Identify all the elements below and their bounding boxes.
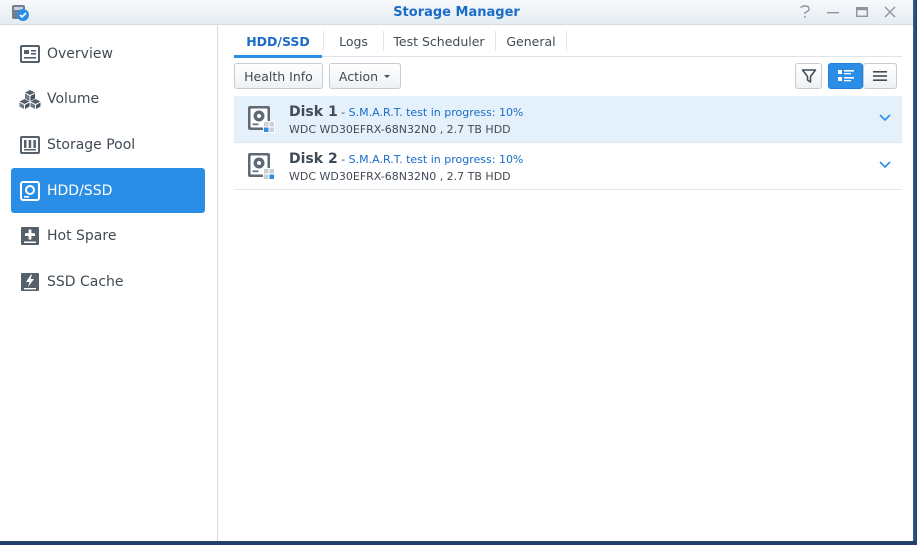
help-icon[interactable]: [795, 2, 815, 22]
close-icon[interactable]: [880, 2, 900, 22]
health-info-button[interactable]: Health Info: [234, 63, 323, 89]
sidebar-item-storage-pool[interactable]: Storage Pool: [11, 122, 205, 167]
disk-status-separator: -: [337, 106, 349, 119]
action-label: Action: [338, 68, 379, 84]
disk-name: Disk 1: [289, 104, 338, 120]
desktop-background: [913, 0, 917, 545]
disk-status: S.M.A.R.T. test in progress: 10%: [348, 106, 524, 119]
tab-logs[interactable]: Logs: [324, 27, 383, 55]
overview-icon: [19, 43, 41, 65]
sidebar-item-label: Volume: [47, 90, 100, 107]
tab-hdd-ssd[interactable]: HDD/SSD: [234, 27, 322, 58]
sidebar-item-volume[interactable]: Volume: [11, 76, 205, 121]
tab-separator: [566, 31, 567, 51]
disk-row[interactable]: Disk 2 - S.M.A.R.T. test in progress: 10…: [234, 143, 902, 190]
disk-status-separator: -: [337, 153, 349, 166]
desktop-background: [0, 541, 917, 545]
health-info-label: Health Info: [244, 68, 313, 84]
disk-title-line: Disk 2 - S.M.A.R.T. test in progress: 10…: [289, 151, 523, 167]
title-bar[interactable]: Storage Manager: [0, 0, 913, 25]
disk-model: WDC WD30EFRX-68N32N0 , 2.7 TB HDD: [289, 123, 511, 136]
disk-status: S.M.A.R.T. test in progress: 10%: [348, 153, 524, 166]
disk-model: WDC WD30EFRX-68N32N0 , 2.7 TB HDD: [289, 170, 511, 183]
storage-manager-window: Storage Manager Overview Volume Storage …: [0, 0, 913, 541]
tab-label: HDD/SSD: [246, 33, 310, 49]
hard-disk-icon: [248, 106, 275, 133]
sidebar-item-ssd-cache[interactable]: SSD Cache: [11, 259, 205, 304]
maximize-icon[interactable]: [852, 2, 872, 22]
tab-general[interactable]: General: [496, 27, 566, 55]
tab-label: Test Scheduler: [393, 33, 485, 49]
chevron-down-icon[interactable]: [878, 160, 892, 170]
tab-label: Logs: [339, 33, 368, 49]
hot-spare-icon: [19, 225, 41, 247]
active-tab-indicator: [234, 55, 322, 58]
filter-button[interactable]: [795, 63, 822, 89]
sidebar-item-label: Hot Spare: [47, 227, 117, 244]
action-button[interactable]: Action: [329, 63, 401, 89]
minimize-icon[interactable]: [823, 2, 843, 22]
sidebar-item-label: HDD/SSD: [47, 182, 113, 199]
filter-icon: [801, 69, 816, 83]
sidebar: Overview Volume Storage Pool HDD/SSD Hot…: [0, 25, 218, 541]
hdd-icon: [19, 180, 41, 202]
caret-down-icon: [384, 74, 391, 78]
chevron-down-icon[interactable]: [878, 113, 892, 123]
sidebar-item-label: Overview: [47, 45, 113, 62]
tab-test-scheduler[interactable]: Test Scheduler: [384, 27, 494, 55]
hard-disk-icon: [248, 153, 275, 180]
detail-list-icon: [837, 70, 854, 82]
main-panel: HDD/SSD Logs Test Scheduler General Heal…: [219, 25, 913, 541]
detail-view-button[interactable]: [828, 63, 863, 89]
window-title: Storage Manager: [393, 5, 520, 20]
sidebar-item-hot-spare[interactable]: Hot Spare: [11, 213, 205, 258]
storage-pool-icon: [19, 134, 41, 156]
disk-list: Disk 1 - S.M.A.R.T. test in progress: 10…: [234, 96, 902, 190]
volume-icon: [19, 88, 41, 110]
disk-title-line: Disk 1 - S.M.A.R.T. test in progress: 10…: [289, 104, 523, 120]
list-view-button[interactable]: [863, 63, 897, 89]
sidebar-item-hdd-ssd[interactable]: HDD/SSD: [11, 168, 205, 213]
list-icon: [873, 71, 887, 81]
tab-label: General: [506, 33, 556, 49]
sidebar-item-label: SSD Cache: [47, 273, 124, 290]
sidebar-item-overview[interactable]: Overview: [11, 31, 205, 76]
disk-row[interactable]: Disk 1 - S.M.A.R.T. test in progress: 10…: [234, 96, 902, 143]
disk-name: Disk 2: [289, 151, 338, 167]
tab-bar: HDD/SSD Logs Test Scheduler General: [234, 27, 902, 58]
sidebar-item-label: Storage Pool: [47, 136, 136, 153]
ssd-cache-icon: [19, 271, 41, 293]
